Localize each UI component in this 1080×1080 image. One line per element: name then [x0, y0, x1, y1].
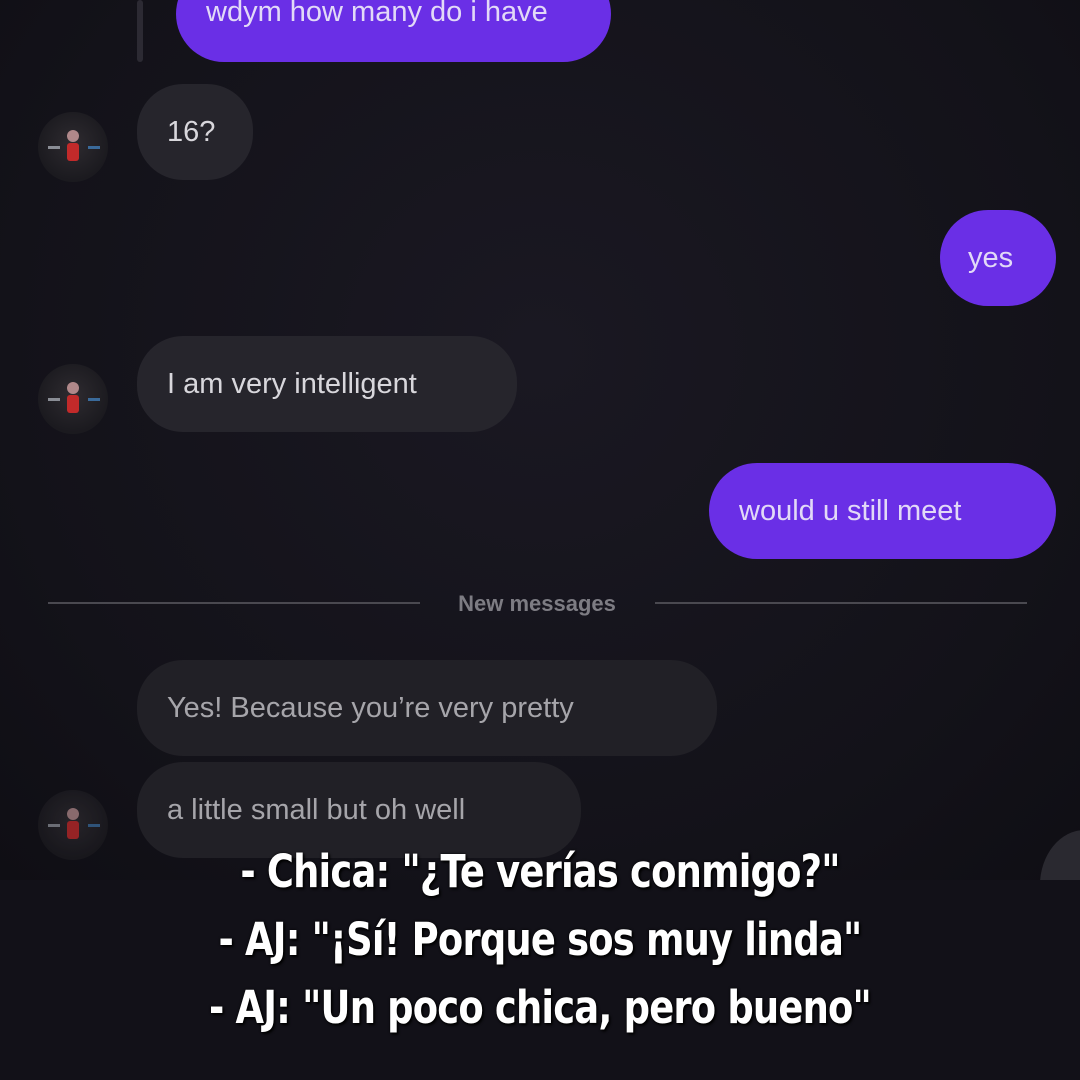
- contact-avatar-icon[interactable]: [38, 112, 108, 182]
- message-text: would u still meet: [739, 494, 962, 527]
- message-outgoing[interactable]: would u still meet: [709, 463, 1056, 559]
- message-text: 16?: [167, 115, 216, 148]
- caption-line: - Chica: "¿Te verías conmigo?": [240, 845, 840, 898]
- subtitle-caption: - Chica: "¿Te verías conmigo?" - AJ: "¡S…: [0, 828, 1080, 1080]
- message-incoming[interactable]: Yes! Because you’re very pretty: [137, 660, 717, 756]
- chat-thread: wdym how many do i have 16? yes I am ver…: [0, 0, 1080, 880]
- message-incoming[interactable]: I am very intelligent: [137, 336, 517, 432]
- new-messages-divider: New messages: [458, 591, 616, 616]
- divider-line-left: [48, 602, 420, 604]
- reply-thread-line: [137, 0, 143, 62]
- message-outgoing[interactable]: wdym how many do i have: [176, 0, 611, 62]
- message-incoming[interactable]: 16?: [137, 84, 253, 180]
- message-text: I am very intelligent: [167, 367, 417, 400]
- divider-line-right: [655, 602, 1027, 604]
- message-outgoing[interactable]: yes: [940, 210, 1056, 306]
- caption-line: - AJ: "Un poco chica, pero bueno": [209, 981, 872, 1034]
- caption-line: - AJ: "¡Sí! Porque sos muy linda": [218, 913, 863, 966]
- contact-avatar-icon[interactable]: [38, 364, 108, 434]
- message-text: wdym how many do i have: [206, 0, 548, 28]
- message-text: yes: [968, 241, 1014, 274]
- message-text: Yes! Because you’re very pretty: [167, 691, 574, 724]
- message-text: a little small but oh well: [167, 793, 466, 826]
